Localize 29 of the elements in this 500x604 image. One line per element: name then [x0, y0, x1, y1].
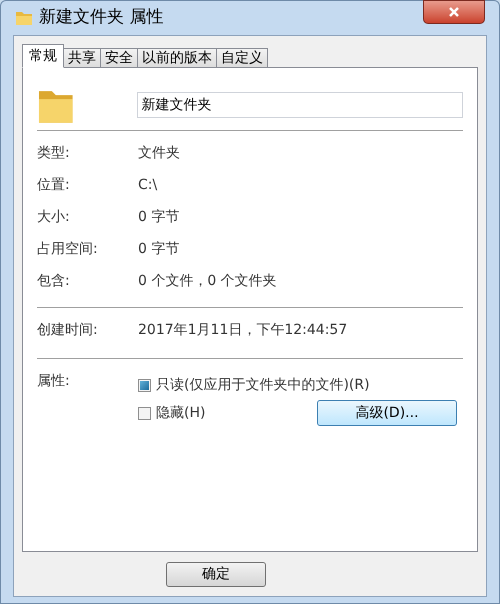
checkbox-label: 只读(仅应用于文件夹中的文件)(R)	[156, 376, 370, 394]
property-label: 位置:	[37, 176, 71, 194]
checkbox[interactable]	[138, 406, 151, 420]
property-label: 大小:	[37, 208, 71, 226]
folder-icon	[15, 9, 33, 27]
tab[interactable]: 以前的版本	[137, 48, 217, 68]
close-button[interactable]	[423, 0, 485, 24]
tab[interactable]: 自定义	[216, 48, 268, 68]
name-field[interactable]: 新建文件夹	[136, 92, 463, 118]
property-label: 包含:	[37, 272, 71, 290]
property-value: 0 字节	[138, 208, 180, 226]
window-title: 新建文件夹 属性	[39, 6, 164, 30]
advanced-button[interactable]: 高级(D)...	[317, 400, 457, 426]
property-label: 占用空间:	[37, 240, 99, 258]
property-value: 文件夹	[138, 144, 180, 162]
ok-button[interactable]: 确定	[166, 562, 266, 586]
property-label: 类型:	[37, 144, 71, 162]
property-value: 0 个文件，0 个文件夹	[138, 272, 277, 290]
property-value: C:\	[138, 176, 158, 194]
close-icon	[448, 6, 460, 18]
tab[interactable]: 共享	[63, 48, 101, 68]
property-value: 2017年1月11日，下午12:44:57	[138, 320, 348, 340]
property-label: 创建时间:	[37, 320, 99, 340]
tab[interactable]: 常规	[22, 44, 64, 68]
checkbox[interactable]	[138, 378, 151, 392]
tab[interactable]: 安全	[100, 48, 138, 68]
checkbox-label: 隐藏(H)	[156, 404, 206, 422]
property-value: 0 字节	[138, 240, 180, 258]
attributes-label: 属性:	[37, 372, 71, 391]
